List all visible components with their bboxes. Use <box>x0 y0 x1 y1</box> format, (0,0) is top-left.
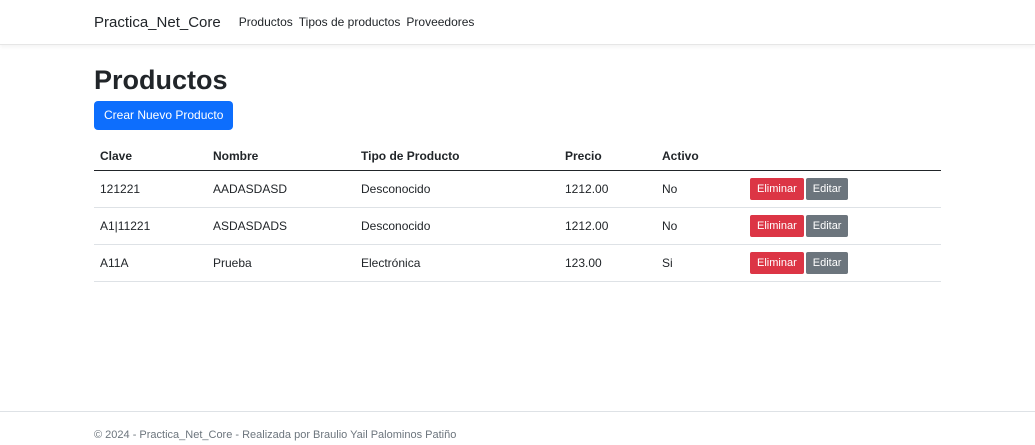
cell-actions: Eliminar Editar <box>744 244 941 282</box>
cell-activo: No <box>656 170 744 208</box>
page-title: Productos <box>94 65 228 95</box>
table-row: A1|11221 ASDASDADS Desconocido 1212.00 N… <box>94 207 941 245</box>
table-header-row: Clave Nombre Tipo de Producto Precio Act… <box>94 143 941 171</box>
page-footer: © 2024 - Practica_Net_Core - Realizada p… <box>0 411 1035 445</box>
products-table: Clave Nombre Tipo de Producto Precio Act… <box>94 143 941 282</box>
delete-button[interactable]: Eliminar <box>750 251 804 274</box>
cell-tipo: Desconocido <box>355 170 559 208</box>
cell-tipo: Desconocido <box>355 207 559 245</box>
table-row: A11A Prueba Electrónica 123.00 Si Elimin… <box>94 244 941 282</box>
header-actions <box>744 143 941 171</box>
cell-clave: A1|11221 <box>94 207 207 245</box>
header-nombre: Nombre <box>207 143 355 171</box>
cell-actions: Eliminar Editar <box>744 170 941 208</box>
delete-button[interactable]: Eliminar <box>750 177 804 200</box>
header-precio: Precio <box>559 143 656 171</box>
header-tipo-producto: Tipo de Producto <box>355 143 559 171</box>
header-activo: Activo <box>656 143 744 171</box>
cell-clave: 121221 <box>94 170 207 208</box>
cell-precio: 1212.00 <box>559 207 656 245</box>
nav-link-proveedores[interactable]: Proveedores <box>406 15 474 29</box>
cell-precio: 1212.00 <box>559 170 656 208</box>
cell-nombre: Prueba <box>207 244 355 282</box>
cell-activo: No <box>656 207 744 245</box>
top-navbar: Practica_Net_Core Productos Tipos de pro… <box>0 0 1035 45</box>
delete-button[interactable]: Eliminar <box>750 214 804 237</box>
nav-link-productos[interactable]: Productos <box>239 15 293 29</box>
create-product-button[interactable]: Crear Nuevo Producto <box>94 101 234 130</box>
main-content: Productos Crear Nuevo Producto Clave Nom… <box>0 63 941 282</box>
nav-link-tipos-productos[interactable]: Tipos de productos <box>299 15 401 29</box>
cell-activo: Si <box>656 244 744 282</box>
edit-button[interactable]: Editar <box>805 177 849 200</box>
cell-nombre: AADASDASD <box>207 170 355 208</box>
cell-actions: Eliminar Editar <box>744 207 941 245</box>
header-clave: Clave <box>94 143 207 171</box>
footer-text: © 2024 - Practica_Net_Core - Realizada p… <box>94 429 457 441</box>
cell-clave: A11A <box>94 244 207 282</box>
cell-precio: 123.00 <box>559 244 656 282</box>
table-row: 121221 AADASDASD Desconocido 1212.00 No … <box>94 170 941 208</box>
brand-link[interactable]: Practica_Net_Core <box>94 14 221 31</box>
edit-button[interactable]: Editar <box>805 214 849 237</box>
cell-nombre: ASDASDADS <box>207 207 355 245</box>
cell-tipo: Electrónica <box>355 244 559 282</box>
edit-button[interactable]: Editar <box>805 251 849 274</box>
